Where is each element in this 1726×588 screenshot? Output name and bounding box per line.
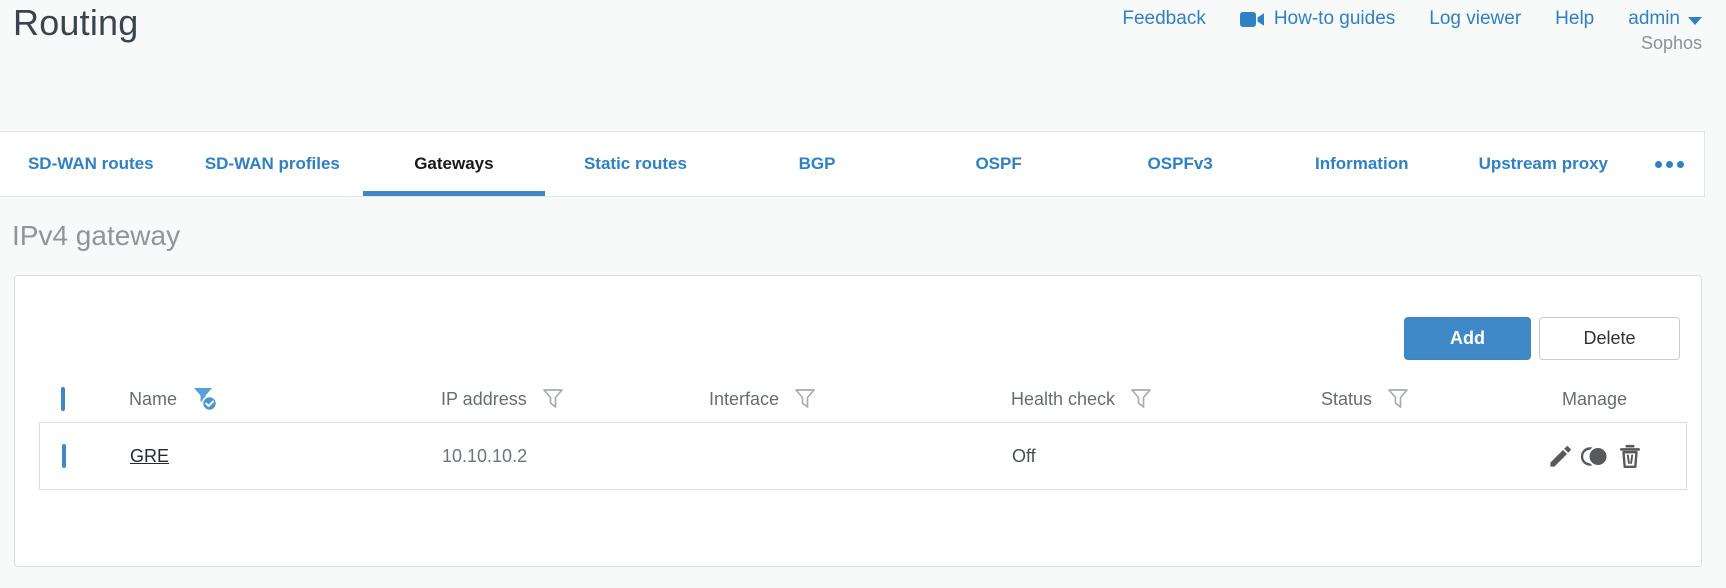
- column-header-health-check: Health check: [1011, 388, 1116, 409]
- delete-button[interactable]: Delete: [1539, 317, 1680, 360]
- tab-upstream-proxy[interactable]: Upstream proxy: [1453, 132, 1635, 196]
- filter-icon[interactable]: [1130, 388, 1152, 410]
- tab-gateways[interactable]: Gateways: [363, 132, 545, 196]
- tab-static-routes[interactable]: Static routes: [545, 132, 727, 196]
- column-header-name: Name: [129, 388, 178, 409]
- delete-trash-icon[interactable]: [1617, 443, 1643, 470]
- video-camera-icon: [1239, 11, 1265, 28]
- column-header-manage: Manage: [1562, 388, 1628, 409]
- filter-icon[interactable]: [542, 388, 564, 410]
- tab-bgp[interactable]: BGP: [726, 132, 908, 196]
- log-viewer-label: Log viewer: [1429, 8, 1522, 29]
- ellipsis-icon: [1654, 160, 1662, 168]
- tab-sdwan-profiles[interactable]: SD-WAN profiles: [182, 132, 364, 196]
- table-actions: Add Delete: [1404, 317, 1680, 360]
- section-title: IPv4 gateway: [12, 220, 181, 251]
- tab-ospf[interactable]: OSPF: [908, 132, 1090, 196]
- edit-pencil-icon[interactable]: [1547, 443, 1574, 470]
- gateway-table-card: Add Delete Name IP address Interface Hea…: [14, 275, 1702, 567]
- help-label: Help: [1555, 8, 1595, 29]
- log-viewer-link[interactable]: Log viewer: [1429, 8, 1521, 30]
- add-button[interactable]: Add: [1404, 317, 1531, 360]
- username-label: admin: [1628, 8, 1680, 29]
- column-header-ip-address: IP address: [441, 388, 527, 409]
- tab-sdwan-routes[interactable]: SD-WAN routes: [0, 132, 182, 196]
- manage-cell: [1547, 443, 1664, 470]
- top-navigation: Feedback How-to guides Log viewer Help a…: [1122, 8, 1702, 30]
- column-header-status: Status: [1321, 388, 1373, 409]
- ip-address-cell: 10.10.10.2: [442, 445, 528, 466]
- user-menu[interactable]: admin: [1628, 8, 1702, 30]
- page-title: Routing: [13, 2, 139, 43]
- gateway-name-link[interactable]: GRE: [130, 446, 169, 466]
- table-header-row: Name IP address Interface Health check S…: [39, 377, 1687, 421]
- clone-icon[interactable]: [1581, 443, 1610, 470]
- select-all-checkbox[interactable]: [61, 386, 65, 411]
- feedback-link[interactable]: Feedback: [1122, 8, 1205, 30]
- filter-icon[interactable]: [794, 388, 816, 410]
- row-checkbox[interactable]: [62, 443, 66, 468]
- filter-icon[interactable]: [1387, 388, 1409, 410]
- column-header-interface: Interface: [709, 388, 780, 409]
- chevron-down-icon: [1688, 16, 1702, 25]
- tab-ospfv3[interactable]: OSPFv3: [1089, 132, 1271, 196]
- howto-guides-link[interactable]: How-to guides: [1239, 8, 1396, 30]
- tab-information[interactable]: Information: [1271, 132, 1453, 196]
- feedback-label: Feedback: [1122, 8, 1206, 29]
- brand-label: Sophos: [1640, 33, 1702, 53]
- health-check-cell: Off: [1012, 445, 1036, 466]
- filter-active-icon[interactable]: [192, 386, 218, 412]
- howto-guides-label: How-to guides: [1273, 8, 1396, 29]
- tab-bar: SD-WAN routes SD-WAN profiles Gateways S…: [0, 131, 1705, 197]
- help-link[interactable]: Help: [1555, 8, 1594, 30]
- more-tabs-button[interactable]: [1634, 132, 1704, 196]
- table-row: GRE 10.10.10.2 Off: [39, 422, 1687, 490]
